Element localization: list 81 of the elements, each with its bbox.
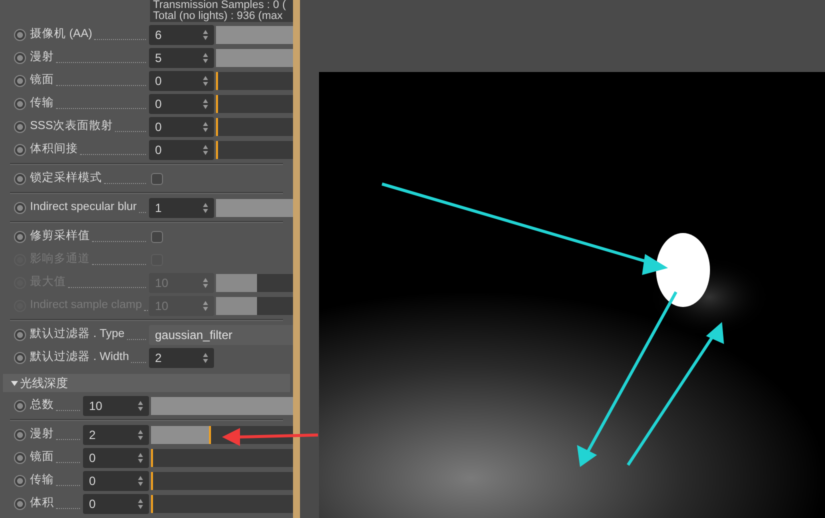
setting-label: Indirect specular blur <box>30 200 137 215</box>
checkbox[interactable] <box>151 172 163 184</box>
setting-label: 默认过滤器 . Type <box>30 326 125 342</box>
slider[interactable] <box>216 198 293 216</box>
setting-label: 摄像机 (AA) <box>30 26 92 42</box>
number-field[interactable]: 0 <box>149 70 214 90</box>
spinner-icon <box>203 76 208 86</box>
radio-button[interactable] <box>14 498 26 510</box>
number-field[interactable]: 0 <box>83 494 149 514</box>
spinner-icon <box>203 98 208 108</box>
setting-label: 漫射 <box>30 50 54 65</box>
radio-button[interactable] <box>14 74 26 86</box>
slider[interactable] <box>216 118 293 136</box>
number-field[interactable]: 5 <box>149 48 214 68</box>
number-field[interactable]: 0 <box>149 116 214 136</box>
radio-button[interactable] <box>14 28 26 40</box>
slider[interactable] <box>151 396 293 414</box>
slider[interactable] <box>216 94 293 112</box>
radio-button[interactable] <box>14 352 26 364</box>
spinner-icon <box>203 122 208 132</box>
slider[interactable] <box>216 26 293 44</box>
spinner-icon <box>203 202 208 212</box>
slider[interactable] <box>216 274 293 292</box>
spinner-icon <box>203 52 208 62</box>
section-title: 光线深度 <box>20 375 68 392</box>
setting-label: 镜面 <box>30 72 54 88</box>
number-field[interactable]: 1 <box>149 198 214 218</box>
radio-button[interactable] <box>14 202 26 214</box>
setting-label: 体积 <box>30 496 54 511</box>
setting-label: 漫射 <box>30 426 54 442</box>
slider[interactable] <box>216 72 293 90</box>
slider[interactable] <box>216 296 293 314</box>
spinner-icon <box>138 452 143 462</box>
dropdown[interactable]: gaussian_filter <box>149 324 293 344</box>
number-field[interactable]: 6 <box>149 24 214 44</box>
setting-label: SSS次表面散射 <box>30 118 114 134</box>
radio-button[interactable] <box>14 52 26 64</box>
spinner-icon <box>203 352 208 362</box>
number-field[interactable]: 0 <box>83 448 149 468</box>
spinner-icon <box>203 300 208 310</box>
spinner-icon <box>138 400 143 410</box>
slider[interactable] <box>151 494 293 512</box>
slider[interactable] <box>216 140 293 158</box>
radio-button[interactable] <box>14 120 26 132</box>
caret-icon <box>11 380 18 386</box>
radio-button[interactable] <box>14 400 26 412</box>
setting-label: 传输 <box>30 472 54 488</box>
setting-label: 修剪采样值 <box>30 228 90 244</box>
section-header[interactable]: 光线深度 <box>3 374 290 392</box>
spinner-icon <box>203 144 208 154</box>
setting-label: 总数 <box>30 398 54 413</box>
number-field[interactable]: 0 <box>149 94 214 114</box>
spinner-icon <box>138 498 143 508</box>
checkbox[interactable] <box>151 230 163 242</box>
number-field[interactable]: 2 <box>83 424 149 444</box>
number-field[interactable]: 10 <box>83 396 149 416</box>
radio-button[interactable] <box>14 474 26 486</box>
slider[interactable] <box>151 472 293 490</box>
number-field[interactable]: 2 <box>149 348 214 368</box>
spinner-icon <box>203 30 208 40</box>
spinner-icon <box>138 430 143 440</box>
radio-button[interactable] <box>14 428 26 440</box>
spinner-icon <box>203 278 208 288</box>
setting-label: 默认过滤器 . Width <box>30 350 129 365</box>
radio-button[interactable] <box>14 144 26 156</box>
number-field[interactable]: 0 <box>83 470 149 490</box>
spinner-icon <box>138 476 143 486</box>
radio-button[interactable] <box>14 230 26 242</box>
setting-label: 体积间接 <box>30 142 78 157</box>
setting-label: 锁定采样模式 <box>30 170 102 186</box>
info-text: Transmission Samples : 0 ( <box>153 0 287 11</box>
number-field[interactable]: 0 <box>149 140 214 160</box>
radio-button[interactable] <box>14 452 26 464</box>
setting-label: 镜面 <box>30 450 54 465</box>
radio-button[interactable] <box>14 328 26 340</box>
setting-label: 传输 <box>30 96 54 111</box>
slider[interactable] <box>151 448 293 466</box>
radio-button[interactable] <box>14 98 26 110</box>
slider[interactable] <box>216 48 293 66</box>
info-text: Total (no lights) : 936 (max <box>153 11 283 22</box>
radio-button[interactable] <box>14 172 26 184</box>
